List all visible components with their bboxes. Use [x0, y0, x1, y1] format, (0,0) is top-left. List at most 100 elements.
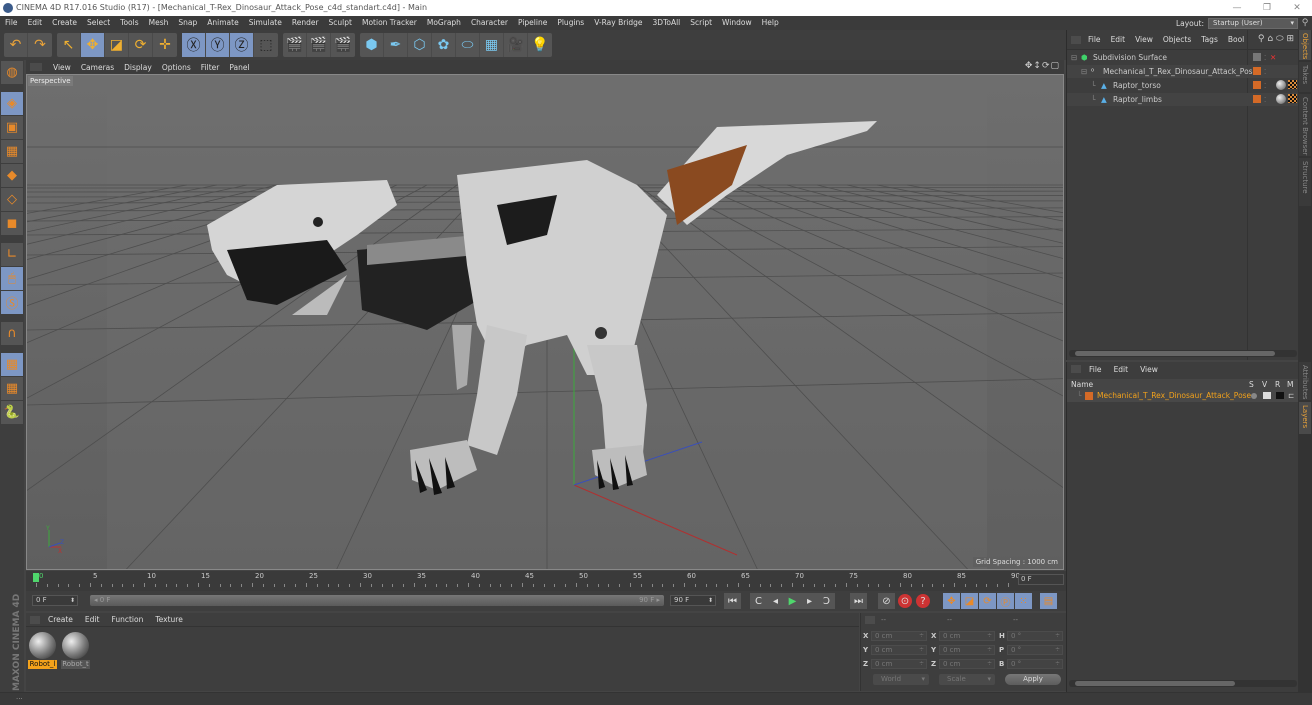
menu-snap[interactable]: Snap — [173, 16, 202, 30]
visibility-dots-icon[interactable]: ⁚ — [1264, 52, 1266, 65]
visible-toggle-icon[interactable] — [1263, 392, 1271, 399]
panel-grip-icon[interactable] — [1071, 35, 1081, 44]
cube-button[interactable]: ⬢ — [360, 33, 384, 57]
undo-button[interactable]: ↶ — [4, 33, 28, 57]
visibility-dots-icon[interactable]: ⁚ — [1264, 66, 1266, 79]
visibility-dots-icon[interactable]: ⁚ — [1264, 94, 1266, 107]
viewport-menu-display[interactable]: Display — [119, 63, 157, 72]
go-to-end-button[interactable]: ⏭ — [850, 593, 867, 609]
live-selection-button[interactable]: ↖ — [57, 33, 81, 57]
solo-toggle-icon[interactable] — [1251, 393, 1257, 399]
object-menu-objects[interactable]: Objects — [1158, 35, 1196, 44]
layer-menu-edit[interactable]: Edit — [1108, 365, 1135, 374]
cloner-button[interactable]: ✿ — [432, 33, 456, 57]
start-frame-field[interactable]: 0 F ⬍ — [32, 595, 78, 606]
uvw-tag-icon[interactable] — [1288, 80, 1297, 89]
menu-select[interactable]: Select — [82, 16, 115, 30]
key-scale-button[interactable]: ◪ — [961, 593, 978, 609]
menu-simulate[interactable]: Simulate — [244, 16, 287, 30]
python-button[interactable]: 🐍 — [1, 401, 23, 424]
menu-animate[interactable]: Animate — [202, 16, 243, 30]
rotate-button[interactable]: ⟳ — [129, 33, 153, 57]
render-picture-viewer-button[interactable]: 🎬 — [307, 33, 331, 57]
solo-mode-button[interactable]: Ⓢ — [1, 291, 23, 314]
timeline-window-button[interactable]: ▤ — [1040, 593, 1057, 609]
layer-color-swatch[interactable] — [1253, 67, 1261, 75]
scale-button[interactable]: ◪ — [105, 33, 129, 57]
object-manager-tool-icons[interactable]: ⚲ ⌂ ⬭ ⊞ — [1258, 34, 1294, 44]
material-menu-texture[interactable]: Texture — [149, 615, 188, 624]
perspective-viewport[interactable]: Y X Z Perspective Grid Spacing : 1000 cm — [26, 74, 1064, 570]
menu-mesh[interactable]: Mesh — [144, 16, 174, 30]
menu-create[interactable]: Create — [47, 16, 82, 30]
viewport-menu-view[interactable]: View — [48, 63, 76, 72]
material-swatch[interactable]: Robot_t — [61, 631, 90, 669]
current-frame-field[interactable]: 0 F — [1018, 574, 1064, 585]
position-y-field[interactable]: 0 cm — [871, 644, 927, 655]
viewport-menu-cameras[interactable]: Cameras — [76, 63, 119, 72]
workplane-mode-button[interactable]: ▦ — [1, 140, 23, 163]
maximize-button[interactable]: ❐ — [1252, 0, 1282, 16]
tab-structure[interactable]: Structure — [1299, 158, 1311, 206]
panel-grip-icon[interactable] — [30, 615, 40, 624]
material-tag-icon[interactable] — [1276, 80, 1286, 90]
layout-dropdown[interactable]: Startup (User) — [1208, 17, 1298, 29]
go-to-start-button[interactable]: ⏮ — [724, 593, 741, 609]
minimize-button[interactable]: — — [1222, 0, 1252, 16]
polygons-mode-button[interactable]: ◼ — [1, 212, 23, 235]
x-axis-button[interactable]: Ⓧ — [182, 33, 206, 57]
layer-color-swatch[interactable] — [1253, 81, 1261, 89]
disabled-x-icon[interactable]: ✕ — [1270, 51, 1276, 64]
material-swatch[interactable]: Robot_l — [28, 631, 57, 669]
panel-grip-icon[interactable] — [865, 616, 875, 624]
apply-button[interactable]: Apply — [1005, 674, 1061, 685]
workplane-lock-button[interactable]: ▦ — [1, 353, 23, 376]
object-menu-view[interactable]: View — [1130, 35, 1158, 44]
z-axis-button[interactable]: Ⓩ — [230, 33, 254, 57]
key-position-button[interactable]: ✥ — [943, 593, 960, 609]
layer-color-swatch[interactable] — [1085, 392, 1093, 400]
menu-pipeline[interactable]: Pipeline — [513, 16, 552, 30]
size-z-field[interactable]: 0 cm — [939, 658, 995, 669]
object-menu-edit[interactable]: Edit — [1106, 35, 1131, 44]
object-row[interactable]: └ ▲ Raptor_limbs ⁚ — [1067, 93, 1299, 106]
object-row[interactable]: ⊟ ⁰ Mechanical_T_Rex_Dinosaur_Attack_Pose ⁚ — [1067, 65, 1299, 78]
recent-tools-button[interactable]: ✛ — [153, 33, 177, 57]
menu-plugins[interactable]: Plugins — [552, 16, 589, 30]
search-icon[interactable]: ⚲ — [1298, 18, 1312, 28]
material-menu-function[interactable]: Function — [105, 615, 149, 624]
rotation-h-field[interactable]: 0 ° — [1007, 630, 1063, 641]
texture-mode-button[interactable]: ▣ — [1, 116, 23, 139]
next-frame-button[interactable]: ▸ — [801, 593, 818, 609]
coordinate-mode-dropdown[interactable]: World — [873, 674, 929, 685]
menu-motion-tracker[interactable]: Motion Tracker — [357, 16, 422, 30]
menu-render[interactable]: Render — [287, 16, 324, 30]
workplane-rotate-button[interactable]: ▦ — [1, 377, 23, 400]
move-button[interactable]: ✥ — [81, 33, 105, 57]
object-manager-scrollbar[interactable] — [1069, 350, 1297, 357]
autokey-button[interactable]: ? — [916, 594, 930, 608]
snap-magnet-button[interactable]: ∩ — [1, 322, 23, 345]
key-pla-button[interactable]: ⁙ — [1015, 593, 1032, 609]
render-settings-button[interactable]: 🎬 — [331, 33, 355, 57]
subdivision-surface-button[interactable]: ⬡ — [408, 33, 432, 57]
menu-tools[interactable]: Tools — [115, 16, 143, 30]
menu-sculpt[interactable]: Sculpt — [324, 16, 357, 30]
menu-mograph[interactable]: MoGraph — [422, 16, 466, 30]
coordinate-system-button[interactable]: ⬚ — [254, 33, 278, 57]
key-parameter-button[interactable]: Ⓟ — [997, 593, 1014, 609]
menu-edit[interactable]: Edit — [23, 16, 48, 30]
viewport-menu-panel[interactable]: Panel — [224, 63, 254, 72]
visibility-dots-icon[interactable]: ⁚ — [1264, 80, 1266, 93]
play-button[interactable]: ▶ — [784, 593, 801, 609]
object-menu-bool[interactable]: Bool — [1223, 35, 1249, 44]
material-tag-icon[interactable] — [1276, 94, 1286, 104]
redo-button[interactable]: ↷ — [28, 33, 52, 57]
next-key-button[interactable]: Ↄ — [818, 593, 835, 609]
material-menu-create[interactable]: Create — [42, 615, 79, 624]
points-mode-button[interactable]: ◆ — [1, 164, 23, 187]
size-x-field[interactable]: 0 cm — [939, 630, 995, 641]
rotation-b-field[interactable]: 0 ° — [1007, 658, 1063, 669]
deformer-button[interactable]: ⬭ — [456, 33, 480, 57]
render-view-button[interactable]: 🎬 — [283, 33, 307, 57]
